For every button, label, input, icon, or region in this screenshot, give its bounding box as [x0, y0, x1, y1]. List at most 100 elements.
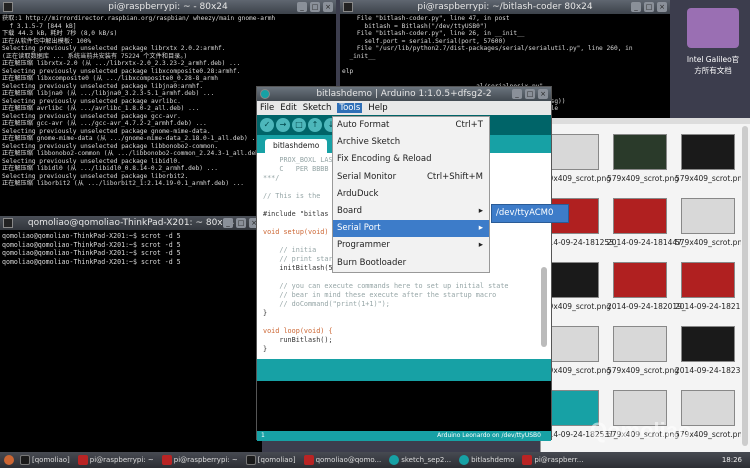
- editor-scrollbar[interactable]: [541, 267, 547, 347]
- file-thumbnail[interactable]: [613, 326, 667, 362]
- tools-menu-item-burn-bootloader[interactable]: Burn Bootloader: [333, 255, 489, 272]
- tools-menu-item-arduduck[interactable]: ArduDuck: [333, 186, 489, 203]
- taskbar-item-label: pi@raspberrypi: ~: [89, 456, 154, 464]
- console: [257, 381, 551, 431]
- arduino-titlebar[interactable]: bitlashdemo | Arduino 1:1.0.5+dfsg2-2 _ □…: [257, 87, 551, 101]
- submenu-item-ttyacm0[interactable]: /dev/ttyACM0: [492, 205, 568, 222]
- taskbar-item[interactable]: bitlashdemo: [457, 455, 516, 465]
- tools-menu-item-serial-monitor[interactable]: Serial Monitor Ctrl+Shift+M: [333, 169, 489, 186]
- file-manager-scrollbar[interactable]: [742, 126, 748, 446]
- verify-icon[interactable]: ✓: [260, 118, 274, 132]
- file-label[interactable]: 2014-09-24-182019_: [607, 302, 686, 311]
- file-manager[interactable]: 579x409_scrot.png 579x409_scrot.png 579x40…: [540, 118, 750, 452]
- file-thumbnail[interactable]: [681, 326, 735, 362]
- serial-port-submenu: /dev/ttyACM0: [491, 204, 569, 224]
- terminal-line: 正在解压缩 librxtx-2.0 (从 .../librxtx-2.0_2.3…: [2, 60, 241, 67]
- open-icon[interactable]: ↑: [308, 118, 322, 132]
- file-label[interactable]: 2014-09-24-181447_: [607, 238, 686, 247]
- file-thumbnail[interactable]: [545, 134, 599, 170]
- file-label[interactable]: 579x409_scrot.png: [675, 238, 741, 247]
- close-icon[interactable]: ×: [538, 89, 548, 99]
- menu-item-shortcut: Ctrl+Shift+M: [426, 171, 483, 182]
- taskbar-item[interactable]: [qomoliao]: [244, 455, 298, 465]
- taskbar-item-label: [qomoliao]: [32, 456, 70, 464]
- window-icon: [161, 455, 172, 465]
- taskbar-item[interactable]: pi@raspberr...: [520, 455, 585, 465]
- terminal-bottomleft-titlebar[interactable]: qomoliao@qomoliao-ThinkPad-X201: ~ 80x24…: [0, 216, 262, 230]
- menu-help[interactable]: Help: [368, 103, 387, 113]
- taskbar-item[interactable]: qomoliao@qomo...: [302, 455, 384, 465]
- tools-menu-item-archive-sketch[interactable]: Archive Sketch: [333, 134, 489, 151]
- taskbar-item-label: bitlashdemo: [471, 456, 515, 464]
- terminal-icon: [3, 218, 13, 228]
- file-thumbnail[interactable]: [613, 262, 667, 298]
- terminal-line: 正在从软件包中解出模板：100%: [2, 37, 92, 45]
- tab-bitlashdemo[interactable]: bitlashdemo: [265, 139, 328, 153]
- new-icon[interactable]: □: [292, 118, 306, 132]
- taskbar-item-label: [qomoliao]: [257, 456, 296, 464]
- taskbar-item[interactable]: sketch_sep2...: [387, 455, 453, 465]
- tools-menu-item-serial-port[interactable]: Serial Port ▸: [333, 220, 489, 238]
- file-manager-grid[interactable]: 579x409_scrot.png 579x409_scrot.png 579x40…: [541, 124, 741, 450]
- file-label[interactable]: 579x409_scrot.png: [675, 174, 741, 183]
- menu-tools[interactable]: Tools: [337, 103, 363, 113]
- terminal-line: (正在读取数据库 ... 系统当前共安装有 75224 个文件和目录。): [2, 52, 188, 60]
- desktop-folder[interactable]: Intel Galileo官 方所有文档: [680, 8, 746, 76]
- file-label[interactable]: 2014-09-24-182119_: [675, 302, 741, 311]
- tools-menu-item-fix-encoding-reload[interactable]: Fix Encoding & Reload: [333, 151, 489, 168]
- file-label[interactable]: 579x409_scrot.png: [607, 174, 679, 183]
- window-icon: [389, 455, 400, 465]
- tools-menu-item-programmer[interactable]: Programmer ▸: [333, 237, 489, 254]
- code-line: // you can execute commands here to set …: [263, 282, 509, 290]
- taskbar-item-label: pi@raspberrypi: ~: [173, 456, 238, 464]
- terminal-bottomleft[interactable]: qomoliao@qomoliao-ThinkPad-X201: ~ 80x24…: [0, 216, 262, 452]
- desktop-folder-label-2: 方所有文档: [694, 66, 732, 75]
- terminal-line: _init__: [342, 52, 376, 60]
- terminal-topleft-titlebar[interactable]: pi@raspberrypi: ~ - 80x24 _ □ ×: [0, 0, 336, 14]
- file-thumbnail[interactable]: [681, 262, 735, 298]
- file-thumbnail[interactable]: [545, 262, 599, 298]
- minimize-icon[interactable]: _: [297, 2, 307, 12]
- clock[interactable]: 18:26: [722, 456, 742, 464]
- tools-menu-item-board[interactable]: Board ▸: [333, 203, 489, 220]
- terminal-icon: [3, 2, 13, 12]
- minimize-icon[interactable]: _: [631, 2, 641, 12]
- code-line: // doCommand("print(1+1)");: [263, 300, 390, 308]
- terminal-topright-titlebar[interactable]: pi@raspberrypi: ~/bitlash-coder 80x24 _ □…: [340, 0, 670, 14]
- maximize-icon[interactable]: □: [525, 89, 535, 99]
- taskbar-item[interactable]: pi@raspberrypi: ~: [76, 455, 156, 465]
- terminal-bottomleft-output[interactable]: qomoliao@qomoliao-ThinkPad-X201:~$ scrot…: [0, 230, 262, 452]
- menu-edit[interactable]: Edit: [280, 103, 296, 113]
- close-icon[interactable]: ×: [657, 2, 667, 12]
- terminal-line: Selecting previously unselected package …: [2, 67, 241, 75]
- taskbar-item[interactable]: pi@raspberrypi: ~: [160, 455, 240, 465]
- minimize-icon[interactable]: _: [512, 89, 522, 99]
- file-thumbnail[interactable]: [681, 134, 735, 170]
- taskbar-item[interactable]: [qomoliao]: [18, 455, 72, 465]
- menu-item-label: Serial Monitor: [337, 171, 397, 182]
- menu-file[interactable]: File: [260, 103, 274, 113]
- tools-menu-item-auto-format[interactable]: Auto Format Ctrl+T: [333, 117, 489, 134]
- code-line: // bear in mind these execute after the …: [263, 291, 497, 299]
- terminal-line: Selecting previously unselected package …: [2, 45, 226, 52]
- file-thumbnail[interactable]: [613, 198, 667, 234]
- maximize-icon[interactable]: □: [236, 218, 246, 228]
- file-thumbnail[interactable]: [681, 198, 735, 234]
- maximize-icon[interactable]: □: [644, 2, 654, 12]
- menu-item-label: ArduDuck: [337, 188, 379, 199]
- window-icon: [522, 455, 533, 465]
- close-icon[interactable]: ×: [323, 2, 333, 12]
- submenu-arrow-icon: ▸: [478, 240, 483, 251]
- menu-launcher-icon[interactable]: [4, 455, 14, 465]
- minimize-icon[interactable]: _: [223, 218, 233, 228]
- file-thumbnail[interactable]: [545, 326, 599, 362]
- window-icon: [77, 455, 88, 465]
- file-label[interactable]: 579x409_scrot.png: [607, 366, 679, 375]
- file-label[interactable]: 2014-09-24-182316_: [675, 366, 741, 375]
- maximize-icon[interactable]: □: [310, 2, 320, 12]
- arduino-icon: [260, 89, 270, 99]
- menu-sketch[interactable]: Sketch: [303, 103, 332, 113]
- upload-icon[interactable]: →: [276, 118, 290, 132]
- file-thumbnail[interactable]: [613, 134, 667, 170]
